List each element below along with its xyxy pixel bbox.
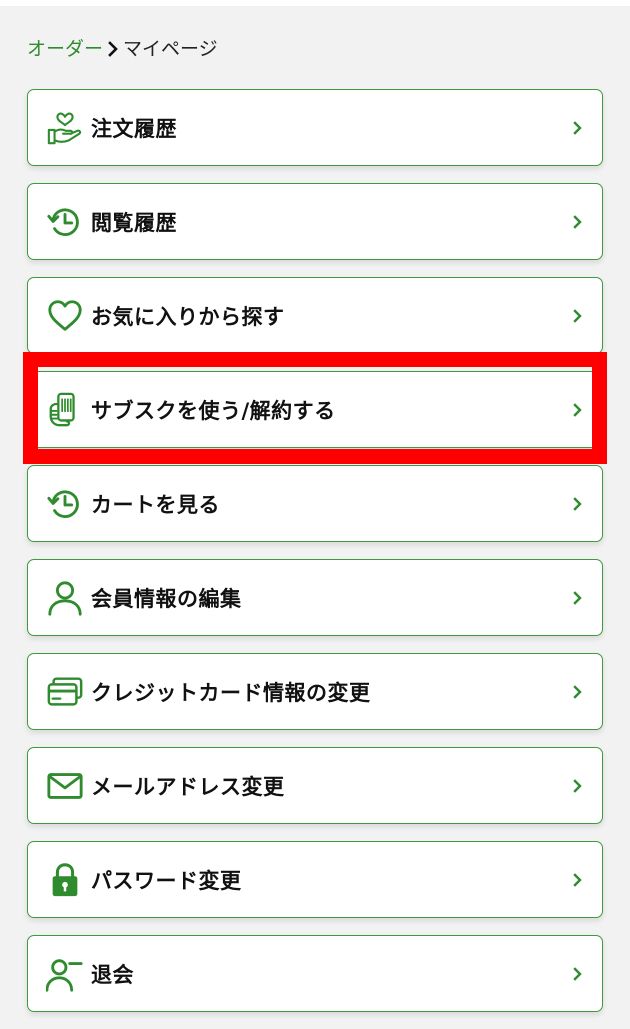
menu-item-label: お気に入りから探す [91, 304, 285, 329]
menu-item-change-email[interactable]: メールアドレス変更 [27, 747, 603, 824]
menu-item-favorites[interactable]: お気に入りから探す [27, 277, 603, 354]
mypage-menu: 注文履歴 閲覧履歴 お気に入りから探す サブスクを使う/解約する カートを見る … [27, 89, 603, 1029]
menu-item-label: 閲覧履歴 [91, 210, 177, 235]
lock-icon [46, 861, 84, 899]
menu-item-label: クレジットカード情報の変更 [91, 680, 371, 705]
menu-item-edit-member-info[interactable]: 会員情報の編集 [27, 559, 603, 636]
history-icon [46, 203, 84, 241]
top-bar [0, 0, 630, 6]
breadcrumb-link-order[interactable]: オーダー [27, 37, 103, 61]
envelope-icon [46, 767, 84, 805]
menu-item-label: 注文履歴 [91, 116, 177, 141]
chevron-right-icon [573, 778, 583, 793]
menu-item-withdraw[interactable]: 退会 [27, 935, 603, 1012]
menu-item-label: メールアドレス変更 [91, 774, 285, 799]
chevron-right-icon [573, 590, 583, 605]
phone-in-hand-icon [46, 391, 84, 429]
credit-card-icon [46, 673, 84, 711]
menu-item-label: 退会 [91, 962, 134, 987]
person-icon [46, 579, 84, 617]
breadcrumb-current: マイページ [123, 38, 218, 60]
menu-item-subscription[interactable]: サブスクを使う/解約する [27, 371, 603, 448]
chevron-right-icon [573, 496, 583, 511]
person-remove-icon [46, 955, 84, 993]
chevron-right-icon [105, 39, 121, 59]
menu-item-change-password[interactable]: パスワード変更 [27, 841, 603, 918]
chevron-right-icon [573, 966, 583, 981]
menu-item-label: サブスクを使う/解約する [91, 398, 336, 423]
menu-item-label: カートを見る [91, 492, 220, 517]
menu-item-label: 会員情報の編集 [91, 586, 242, 611]
chevron-right-icon [573, 402, 583, 417]
heart-outline-icon [46, 297, 84, 335]
hand-heart-icon [46, 109, 84, 147]
history-icon [46, 485, 84, 523]
chevron-right-icon [573, 120, 583, 135]
breadcrumb: オーダー マイページ [27, 37, 218, 61]
chevron-right-icon [573, 214, 583, 229]
chevron-right-icon [573, 872, 583, 887]
menu-item-label: パスワード変更 [91, 868, 242, 893]
chevron-right-icon [573, 308, 583, 323]
menu-item-cart[interactable]: カートを見る [27, 465, 603, 542]
menu-item-browsing-history[interactable]: 閲覧履歴 [27, 183, 603, 260]
chevron-right-icon [573, 684, 583, 699]
menu-item-order-history[interactable]: 注文履歴 [27, 89, 603, 166]
menu-item-credit-card[interactable]: クレジットカード情報の変更 [27, 653, 603, 730]
